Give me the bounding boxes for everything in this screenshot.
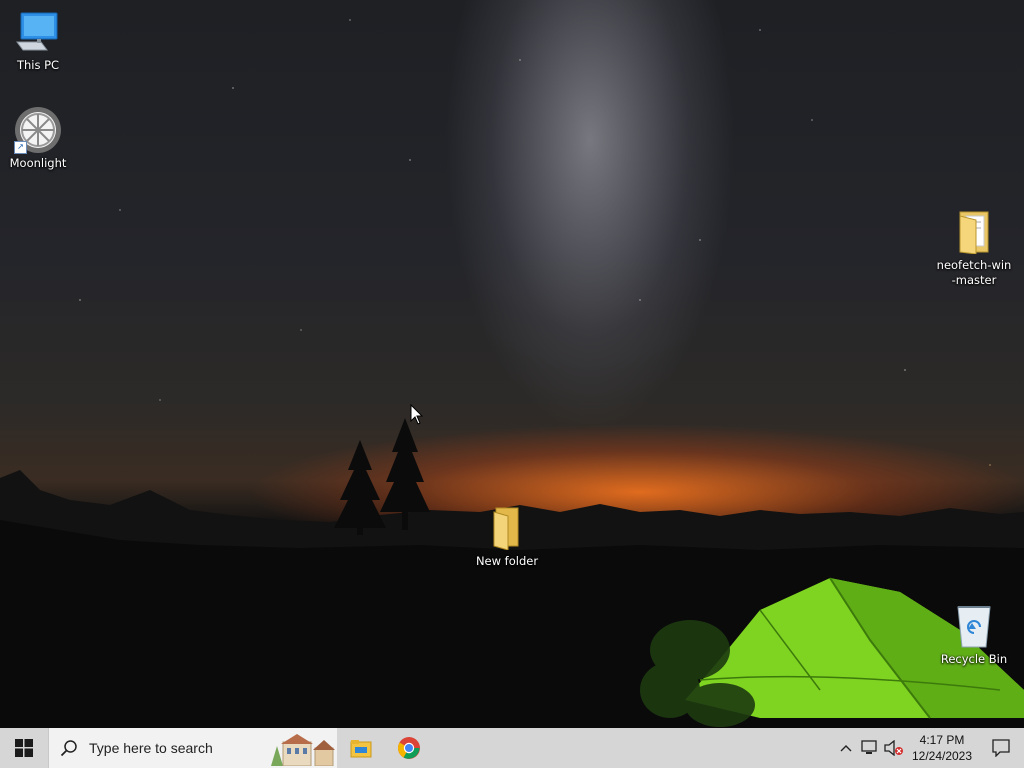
volume-muted-icon <box>884 740 903 756</box>
volume-button[interactable] <box>882 728 906 768</box>
search-input[interactable]: Type here to search <box>48 728 337 768</box>
taskbar-file-explorer-button[interactable] <box>337 728 385 768</box>
show-hidden-icons-button[interactable] <box>834 728 858 768</box>
system-tray: 4:17 PM 12/24/2023 <box>834 728 1024 768</box>
chrome-icon <box>398 737 420 759</box>
desktop-icon-label: Recycle Bin <box>940 652 1008 666</box>
desktop-icon-label: Moonlight <box>9 156 67 170</box>
desktop-icon-moonlight[interactable]: ↗ Moonlight <box>0 106 76 171</box>
clock-time: 4:17 PM <box>919 733 965 747</box>
action-center-button[interactable] <box>978 739 1024 757</box>
search-highlight-illustration <box>271 734 335 766</box>
desktop-icon-label: New folder <box>475 554 539 568</box>
search-placeholder: Type here to search <box>89 740 213 756</box>
notification-icon <box>992 739 1010 757</box>
clock-date: 12/24/2023 <box>911 749 973 763</box>
folder-icon <box>483 504 531 552</box>
desktop-icon-label: This PC <box>16 58 60 72</box>
moonlight-app-icon: ↗ <box>14 106 62 154</box>
desktop-icon-new-folder[interactable]: New folder <box>469 504 545 569</box>
taskbar: Type here to search 4:17 PM 12/24/2023 <box>0 728 1024 768</box>
taskbar-chrome-button[interactable] <box>385 728 433 768</box>
chevron-up-icon <box>840 745 852 752</box>
recycle-bin-icon <box>950 602 998 650</box>
folder-icon <box>950 208 998 256</box>
network-button[interactable] <box>858 728 882 768</box>
shortcut-arrow-icon: ↗ <box>14 141 27 154</box>
search-icon <box>49 739 89 757</box>
desktop-icon-label: neofetch-win -master <box>936 258 1012 287</box>
desktop-background[interactable]: This PC ↗ Moonlight neofetch-win -master… <box>0 0 1024 728</box>
desktop-icon-this-pc[interactable]: This PC <box>0 8 76 73</box>
wallpaper-landscape <box>0 418 1024 728</box>
start-button[interactable] <box>0 728 48 768</box>
windows-logo-icon <box>15 739 33 757</box>
mouse-pointer-icon <box>410 404 424 425</box>
network-icon <box>861 740 877 754</box>
desktop-icon-recycle-bin[interactable]: Recycle Bin <box>936 602 1012 667</box>
monitor-icon <box>14 8 62 56</box>
clock[interactable]: 4:17 PM 12/24/2023 <box>906 732 978 764</box>
file-explorer-icon <box>350 740 372 758</box>
desktop-icon-neofetch-folder[interactable]: neofetch-win -master <box>936 208 1012 288</box>
